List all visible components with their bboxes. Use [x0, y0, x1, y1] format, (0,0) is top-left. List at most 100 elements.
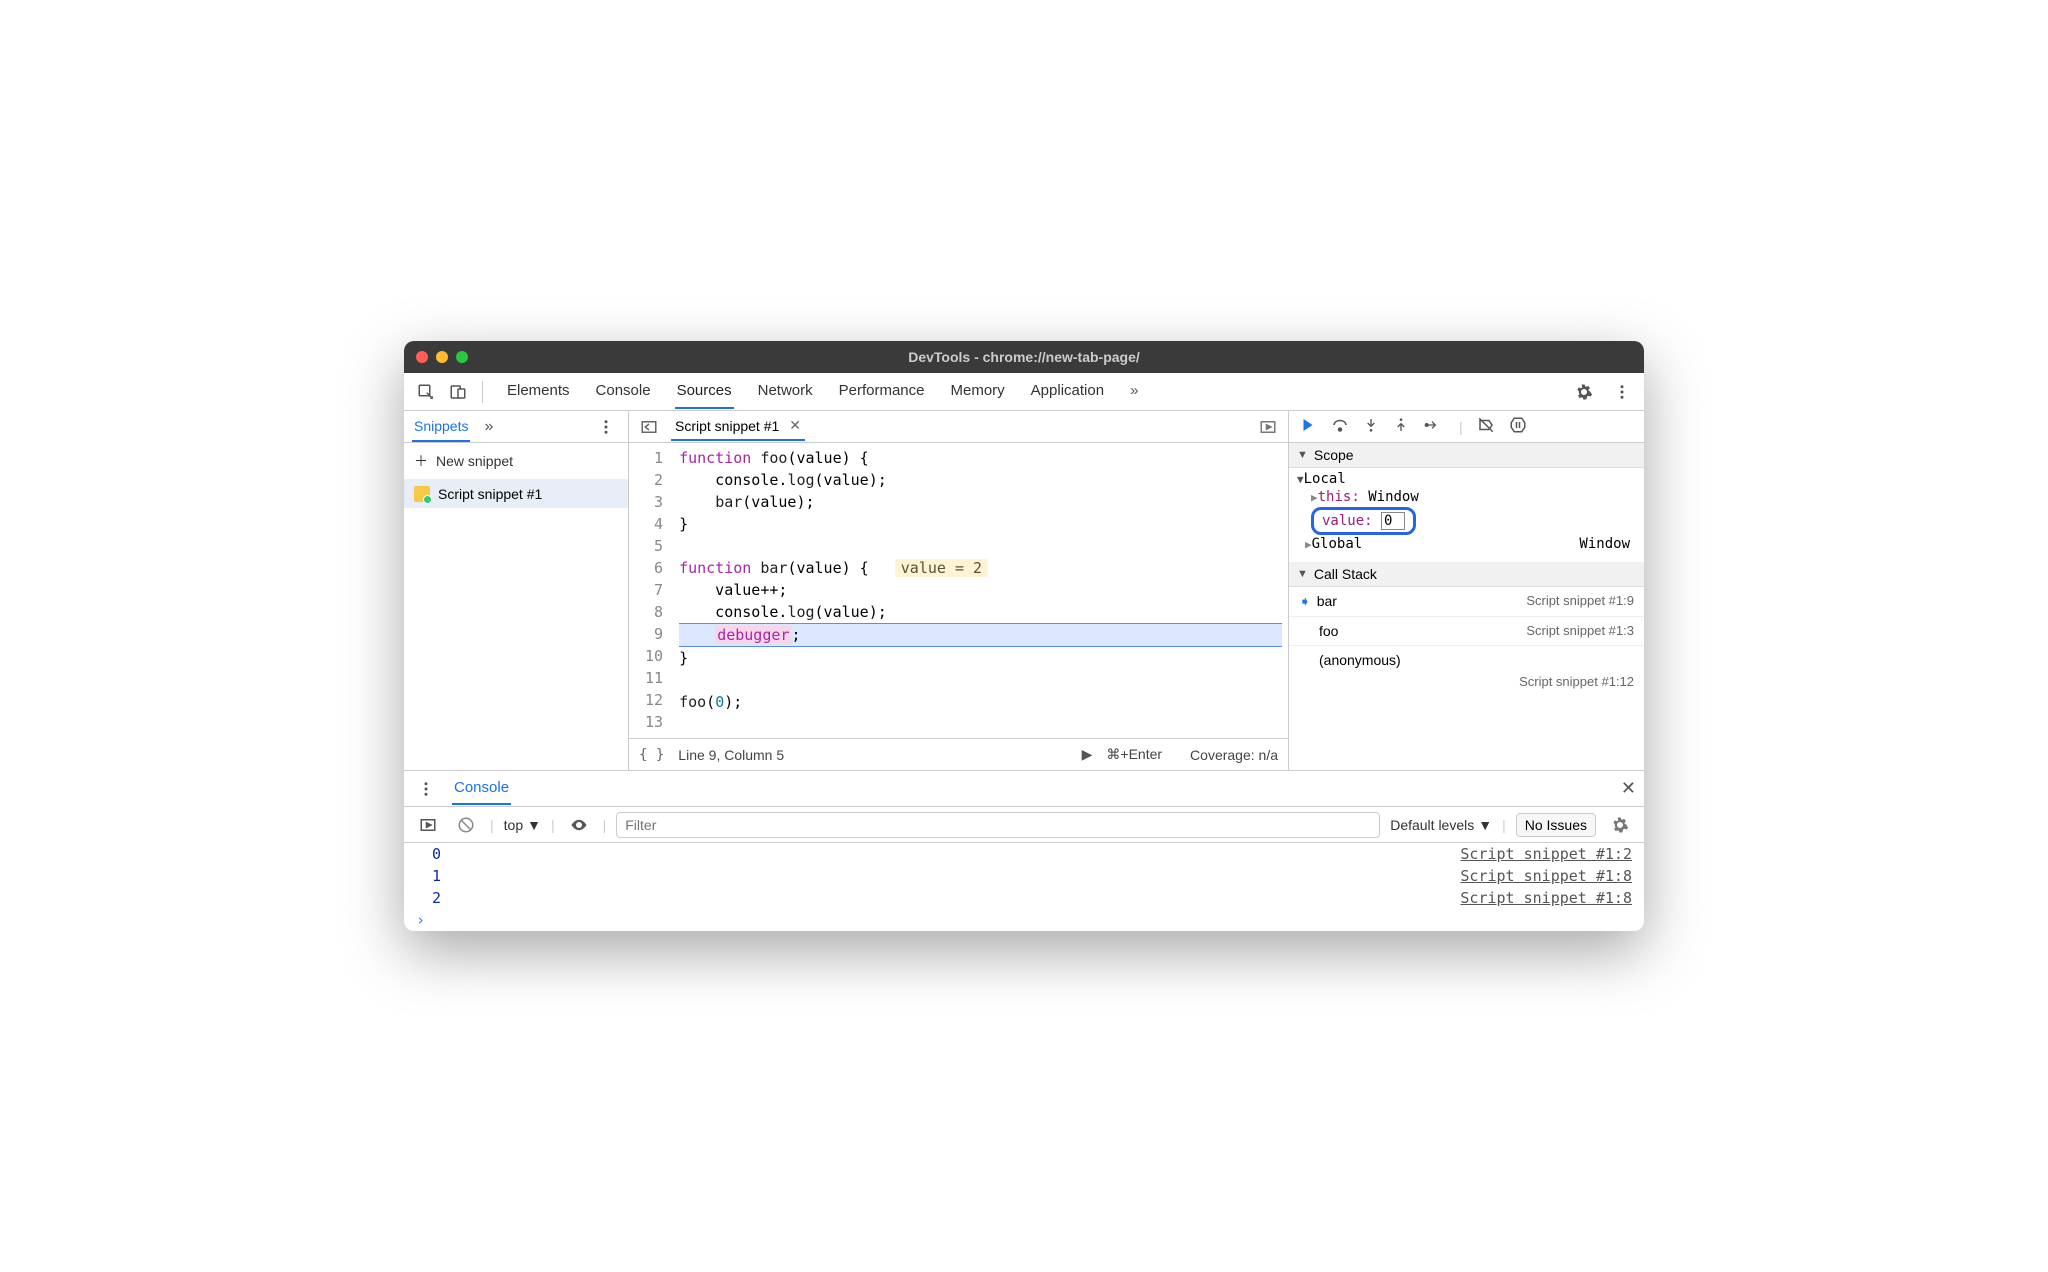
live-expression-icon[interactable] — [565, 811, 593, 839]
sources-panel: Snippets » ＋ New snippet Script snippet … — [404, 411, 1644, 771]
code-editor: Script snippet #1 ✕ 12345678910111213 fu… — [629, 411, 1289, 770]
collapse-icon: ▼ — [1297, 449, 1308, 461]
code-content: function foo(value) { console.log(value)… — [673, 443, 1288, 738]
snippet-item[interactable]: Script snippet #1 — [404, 480, 628, 508]
log-value: 1 — [432, 867, 441, 885]
log-level-selector[interactable]: Default levels ▼ — [1390, 817, 1492, 833]
drawer-tabs: Console ✕ — [404, 771, 1644, 807]
log-source-link[interactable]: Script snippet #1:8 — [1460, 889, 1632, 907]
context-selector[interactable]: top ▼ — [504, 817, 541, 833]
step-over-icon[interactable] — [1331, 416, 1349, 437]
console-settings-icon[interactable] — [1606, 811, 1634, 839]
coverage-status: Coverage: n/a — [1190, 747, 1278, 763]
console-log-row[interactable]: 2 Script snippet #1:8 — [404, 887, 1644, 909]
snippet-item-label: Script snippet #1 — [438, 486, 542, 502]
scope-value-label: value: — [1322, 513, 1373, 529]
scope-this-value[interactable]: Window — [1368, 489, 1419, 505]
close-tab-icon[interactable]: ✕ — [789, 417, 801, 434]
new-snippet-label: New snippet — [436, 453, 513, 469]
more-tabs-icon[interactable]: » — [1128, 374, 1140, 409]
sidebar-more-icon[interactable]: » — [484, 418, 493, 436]
console-play-icon[interactable] — [414, 811, 442, 839]
close-drawer-icon[interactable]: ✕ — [1621, 778, 1636, 799]
sidebar-kebab-icon[interactable] — [592, 413, 620, 441]
tab-console[interactable]: Console — [594, 374, 653, 409]
scope-body: ▼Local ▶this: Window value: ▶Global Wind… — [1289, 468, 1644, 562]
new-snippet-button[interactable]: ＋ New snippet — [404, 443, 628, 480]
run-snippet-icon[interactable] — [1254, 413, 1282, 441]
console-prompt[interactable]: › — [404, 909, 1644, 931]
log-value: 0 — [432, 845, 441, 863]
callstack-body: ➧bar Script snippet #1:9 foo Script snip… — [1289, 587, 1644, 697]
console-toolbar: | top ▼ | | Default levels ▼ | No Issues — [404, 807, 1644, 843]
tab-sources[interactable]: Sources — [675, 374, 734, 409]
callstack-frame[interactable]: foo Script snippet #1:3 — [1289, 617, 1644, 646]
issues-button[interactable]: No Issues — [1516, 813, 1596, 837]
console-log-row[interactable]: 1 Script snippet #1:8 — [404, 865, 1644, 887]
context-label: top — [504, 817, 523, 833]
console-filter-input[interactable] — [616, 812, 1380, 838]
kebab-menu-icon[interactable] — [1608, 378, 1636, 406]
frame-location: Script snippet #1:3 — [1526, 623, 1634, 639]
tab-network[interactable]: Network — [756, 374, 815, 409]
callstack-frame[interactable]: ➧bar Script snippet #1:9 — [1289, 587, 1644, 617]
callstack-section-header[interactable]: ▼ Call Stack — [1289, 562, 1644, 587]
run-shortcut: ⌘+Enter — [1106, 746, 1162, 763]
line-gutter: 12345678910111213 — [629, 443, 673, 738]
settings-icon[interactable] — [1570, 378, 1598, 406]
scope-section-header[interactable]: ▼ Scope — [1289, 443, 1644, 468]
frame-location: Script snippet #1:12 — [1289, 674, 1644, 697]
log-source-link[interactable]: Script snippet #1:8 — [1460, 867, 1632, 885]
step-out-icon[interactable] — [1393, 417, 1409, 436]
inline-value-hint: value = 2 — [895, 559, 988, 577]
pretty-print-icon[interactable]: { } — [639, 747, 664, 763]
pause-exceptions-icon[interactable] — [1509, 416, 1527, 437]
play-icon[interactable]: ▶ — [1082, 746, 1093, 763]
divider — [482, 381, 483, 403]
inspect-element-icon[interactable] — [412, 378, 440, 406]
tab-elements[interactable]: Elements — [505, 374, 572, 409]
step-icon[interactable] — [1423, 417, 1441, 436]
scope-global-value: Window — [1579, 536, 1630, 552]
devtools-window: DevTools - chrome://new-tab-page/ Elemen… — [404, 341, 1644, 931]
editor-tab-label: Script snippet #1 — [675, 418, 779, 434]
cursor-position: Line 9, Column 5 — [678, 747, 784, 763]
drawer-tab-console[interactable]: Console — [452, 772, 511, 805]
deactivate-breakpoints-icon[interactable] — [1477, 416, 1495, 437]
nav-back-icon[interactable] — [635, 413, 663, 441]
sidebar-tabs: Snippets » — [404, 411, 628, 443]
log-source-link[interactable]: Script snippet #1:2 — [1460, 845, 1632, 863]
callstack-label: Call Stack — [1314, 566, 1377, 582]
console-log-row[interactable]: 0 Script snippet #1:2 — [404, 843, 1644, 865]
scope-local-label[interactable]: Local — [1304, 471, 1346, 487]
chevron-down-icon: ▼ — [1478, 817, 1492, 833]
levels-label: Default levels — [1390, 817, 1474, 833]
log-value: 2 — [432, 889, 441, 907]
clear-console-icon[interactable] — [452, 811, 480, 839]
tab-performance[interactable]: Performance — [837, 374, 927, 409]
resume-icon[interactable] — [1299, 416, 1317, 437]
window-titlebar: DevTools - chrome://new-tab-page/ — [404, 341, 1644, 373]
frame-name: bar — [1317, 593, 1337, 609]
collapse-icon: ▼ — [1297, 568, 1308, 580]
sources-sidebar: Snippets » ＋ New snippet Script snippet … — [404, 411, 629, 770]
callstack-anon-frame[interactable]: (anonymous) — [1289, 646, 1644, 674]
editor-tab-active[interactable]: Script snippet #1 ✕ — [671, 412, 805, 441]
debugger-panel: | ▼ Scope ▼Local ▶this: Window value: — [1289, 411, 1644, 770]
tab-memory[interactable]: Memory — [949, 374, 1007, 409]
tab-application[interactable]: Application — [1029, 374, 1106, 409]
plus-icon: ＋ — [414, 451, 428, 471]
devtools-tabs-row: Elements Console Sources Network Perform… — [404, 373, 1644, 411]
device-toggle-icon[interactable] — [444, 378, 472, 406]
console-output: 0 Script snippet #1:2 1 Script snippet #… — [404, 843, 1644, 931]
code-area[interactable]: 12345678910111213 function foo(value) { … — [629, 443, 1288, 738]
scope-value-input[interactable] — [1381, 512, 1405, 530]
panel-tabs: Elements Console Sources Network Perform… — [505, 374, 1566, 409]
sidebar-tab-snippets[interactable]: Snippets — [412, 412, 470, 442]
drawer-kebab-icon[interactable] — [412, 775, 440, 803]
scope-global-label[interactable]: Global — [1312, 536, 1363, 552]
step-into-icon[interactable] — [1363, 417, 1379, 436]
editor-tabs: Script snippet #1 ✕ — [629, 411, 1288, 443]
frame-location: Script snippet #1:9 — [1526, 593, 1634, 610]
debugger-toolbar: | — [1289, 411, 1644, 443]
